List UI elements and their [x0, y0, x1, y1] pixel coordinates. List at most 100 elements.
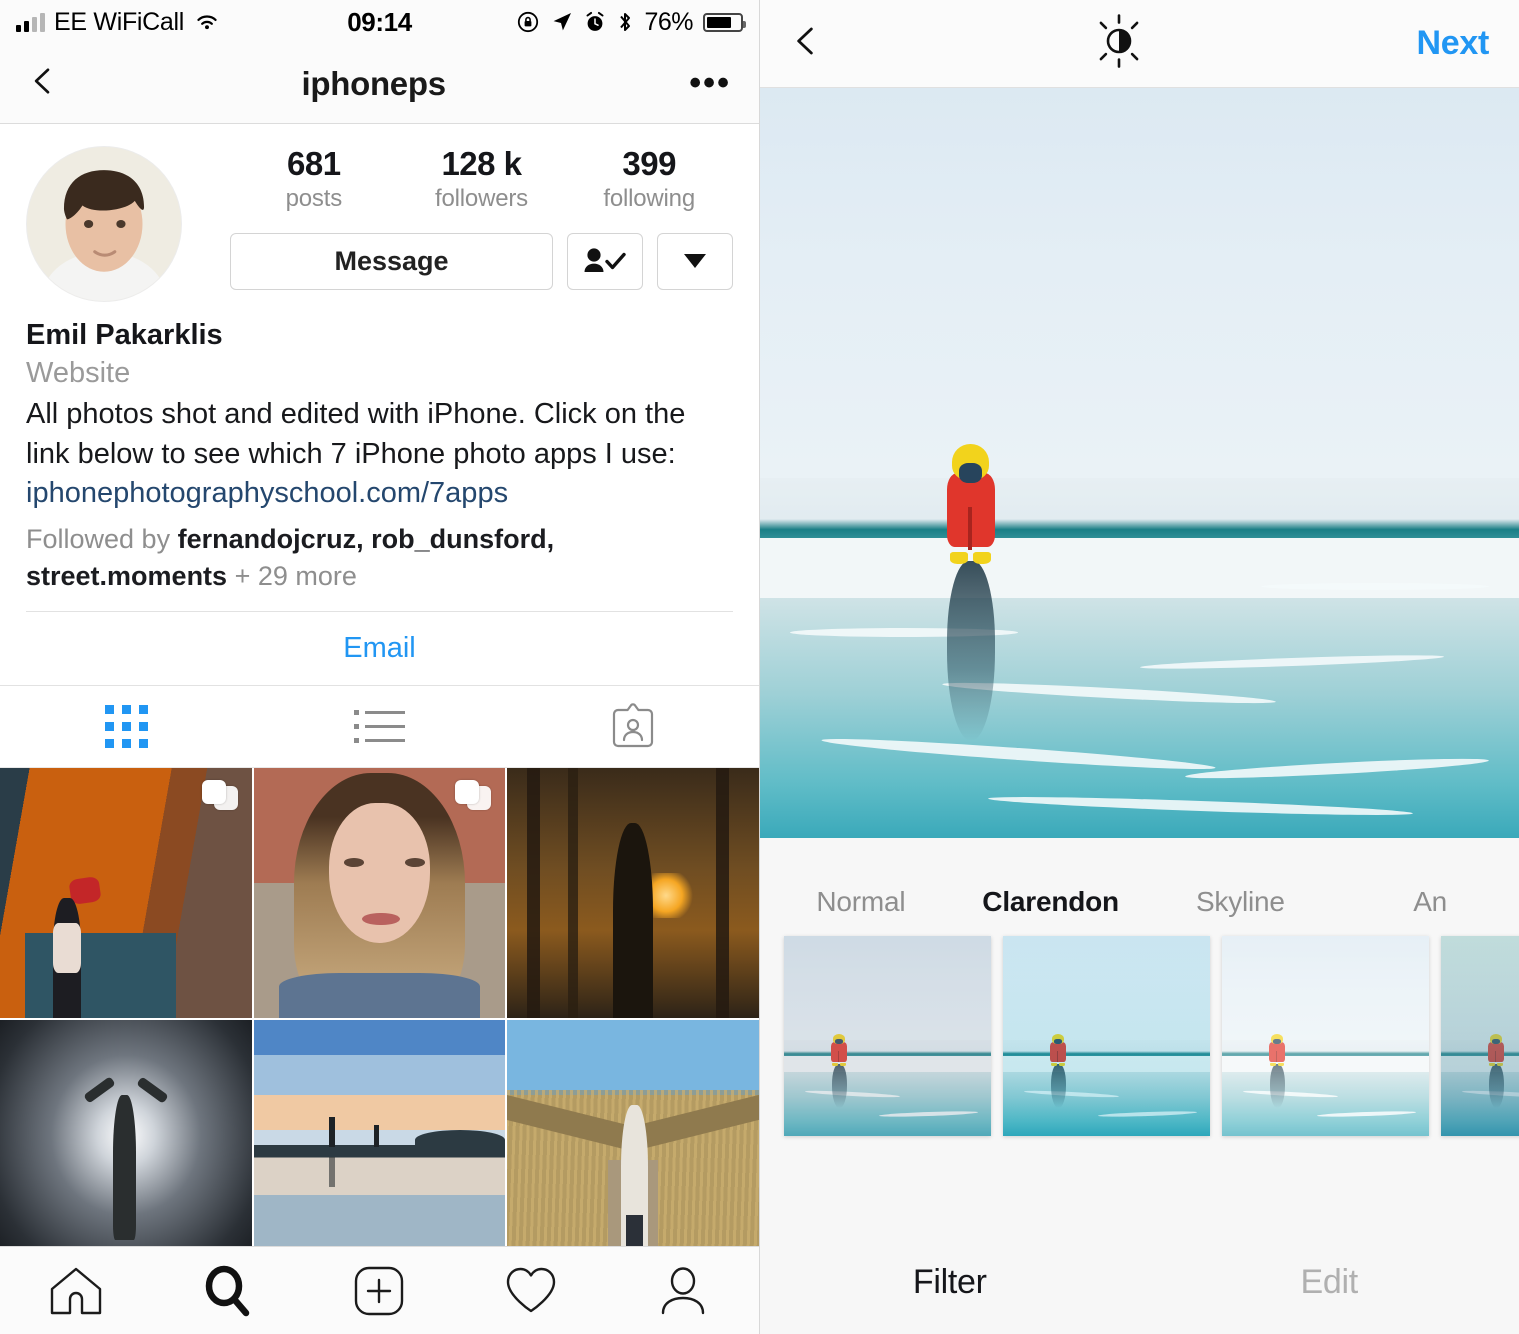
status-bar: EE WiFiCall 09:14 76%: [0, 0, 759, 44]
thumb-photo-normal: [784, 936, 991, 1136]
profile-action-buttons: Message: [230, 232, 733, 290]
tagged-photos-icon: [612, 703, 653, 748]
status-bar-right: 76%: [443, 7, 746, 37]
search-icon: [205, 1265, 249, 1316]
beach-reflection-photo: [253, 1019, 506, 1270]
followed-by-text[interactable]: Followed by fernandojcruz, rob_dunsford,…: [26, 521, 733, 595]
tab-grid-view[interactable]: [0, 704, 253, 748]
avatar[interactable]: [26, 146, 182, 302]
alarm-clock-icon: [586, 11, 604, 31]
profile-tab[interactable]: [607, 1265, 759, 1317]
profile-header: 681 posts 128 k followers 399 following …: [0, 124, 759, 302]
followers-label: followers: [435, 184, 528, 212]
thumb-photo-clarendon: [1003, 936, 1210, 1136]
bottom-tab-bar: [0, 1246, 759, 1334]
editing-photo[interactable]: [760, 88, 1519, 838]
filter-name-row: Normal Clarendon Skyline An: [760, 838, 1519, 918]
following-count: 399: [622, 145, 676, 182]
followers-count: 128 k: [441, 145, 522, 182]
heart-icon: [507, 1267, 556, 1312]
stat-followers[interactable]: 128 k followers: [398, 145, 566, 213]
thumb-photo-fourth: [1441, 936, 1519, 1136]
home-tab[interactable]: [0, 1265, 152, 1317]
chevron-left-icon: [797, 27, 813, 55]
battery-icon: [703, 12, 746, 32]
carrier-label: EE WiFiCall: [54, 7, 185, 36]
wifi-icon: [197, 15, 217, 30]
add-post-tab[interactable]: [304, 1265, 456, 1317]
profile-nav-bar: iphoneps •••: [0, 44, 759, 124]
signal-bars-icon: [16, 12, 45, 32]
backlit-silhouette-photo: [0, 1019, 252, 1270]
rotation-lock-icon: [518, 11, 539, 33]
bio-link[interactable]: iphonephotographyschool.com/7apps: [26, 474, 733, 513]
followed-by-prefix: Followed by: [26, 523, 178, 554]
posts-label: posts: [285, 184, 343, 212]
tab-filter[interactable]: Filter: [760, 1263, 1140, 1302]
stat-following[interactable]: 399 following: [565, 145, 733, 213]
grid-photo-2[interactable]: [253, 767, 506, 1018]
location-arrow-icon: [554, 13, 572, 31]
filter-label-clarendon: Clarendon: [982, 886, 1119, 917]
following-label: following: [603, 184, 695, 212]
bluetooth-icon: [620, 13, 631, 31]
avatar-photo: [27, 147, 181, 301]
multi-post-icon: [455, 779, 492, 810]
back-button[interactable]: [28, 66, 58, 101]
full-name: Emil Pakarklis: [26, 319, 223, 351]
filter-thumb-fourth[interactable]: [1441, 936, 1519, 1136]
search-tab[interactable]: [152, 1265, 304, 1317]
grid-photo-3[interactable]: [507, 767, 759, 1018]
triangle-down-icon: [684, 254, 706, 269]
instagram-profile-screen: EE WiFiCall 09:14 76% iphoneps ••• 681 p…: [0, 0, 760, 1334]
bio-line-2: link below to see which 7 iPhone photo a…: [26, 438, 676, 471]
bio-line-1: All photos shot and edited with iPhone. …: [26, 397, 686, 430]
instagram-filter-screen: Next Normal Clarendon Skyline An Filter …: [760, 0, 1519, 1334]
tab-list-view[interactable]: [253, 710, 506, 743]
stats-row: 681 posts 128 k followers 399 following: [230, 145, 733, 213]
message-button[interactable]: Message: [230, 232, 553, 290]
more-options-button[interactable]: •••: [689, 66, 731, 99]
grid-icon: [105, 704, 148, 748]
filter-thumbnail-row[interactable]: [760, 918, 1519, 1136]
email-button[interactable]: Email: [0, 612, 759, 686]
filter-carousel: Normal Clarendon Skyline An Filter Edit: [760, 838, 1519, 1334]
filter-label-fourth: An: [1413, 886, 1448, 917]
person-check-icon: [584, 248, 626, 273]
followed-by-suffix: + 29 more: [227, 560, 357, 591]
filter-thumb-skyline[interactable]: [1222, 936, 1429, 1136]
person-icon: [661, 1266, 705, 1314]
grid-photo-1[interactable]: [0, 767, 252, 1018]
profile-stats-actions: 681 posts 128 k followers 399 following …: [182, 145, 733, 302]
posts-count: 681: [287, 145, 341, 182]
home-icon: [50, 1267, 102, 1314]
forest-sunset-photo: [507, 767, 759, 1018]
profile-bio: Emil Pakarklis Website All photos shot a…: [0, 302, 759, 595]
brightness-toggle-button[interactable]: [1091, 13, 1147, 74]
filter-label-skyline: Skyline: [1195, 886, 1285, 917]
back-button[interactable]: [790, 24, 822, 63]
profile-tab-strip: [0, 685, 759, 768]
category-label: Website: [26, 357, 131, 390]
tab-edit[interactable]: Edit: [1140, 1263, 1519, 1302]
chevron-left-icon: [34, 68, 50, 94]
list-icon: [354, 710, 405, 743]
filter-thumb-clarendon[interactable]: [1003, 936, 1210, 1136]
activity-tab[interactable]: [455, 1265, 607, 1317]
stat-posts[interactable]: 681 posts: [230, 145, 398, 213]
grid-photo-5[interactable]: [253, 1019, 506, 1270]
clock: 09:14: [347, 6, 412, 37]
grid-photo-4[interactable]: [0, 1019, 252, 1270]
more-actions-dropdown-button[interactable]: [657, 232, 733, 290]
battery-percent-label: 76%: [644, 7, 693, 36]
next-button[interactable]: Next: [1417, 24, 1490, 63]
filter-nav-bar: Next: [760, 0, 1519, 88]
tab-tagged-photos[interactable]: [506, 702, 759, 750]
page-title: iphoneps: [301, 64, 447, 102]
grid-photo-6[interactable]: [507, 1019, 759, 1270]
multi-post-icon: [201, 779, 238, 810]
thumb-photo-skyline: [1222, 936, 1429, 1136]
filter-edit-tab-bar: Filter Edit: [760, 1230, 1519, 1334]
filter-thumb-normal[interactable]: [784, 936, 991, 1136]
following-button[interactable]: [567, 232, 643, 290]
